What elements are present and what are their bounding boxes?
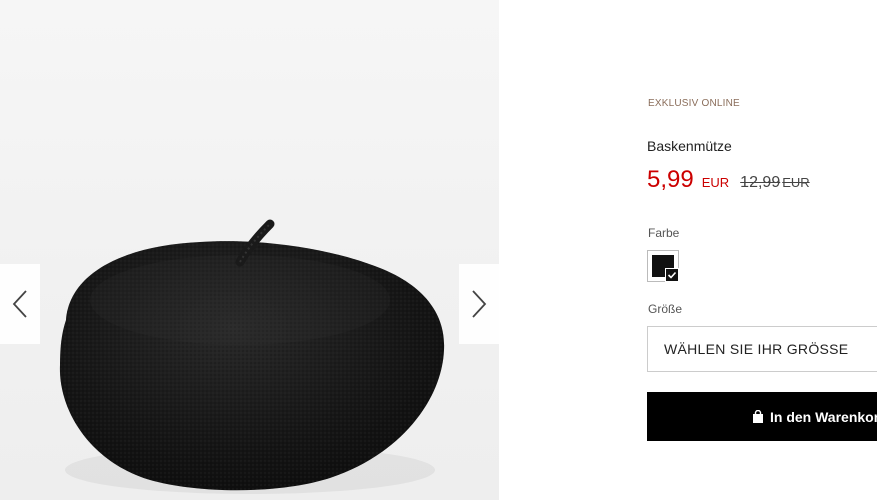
product-image bbox=[59, 219, 445, 494]
exclusive-online-badge: EXKLUSIV ONLINE bbox=[648, 98, 740, 109]
size-select-placeholder: WÄHLEN SIE IHR GRÖSSE bbox=[664, 341, 849, 357]
price-row: 5,99 EUR 12,99 EUR bbox=[647, 166, 810, 194]
gallery-next-button[interactable] bbox=[459, 264, 499, 344]
original-price-currency: EUR bbox=[782, 175, 810, 190]
checkmark-icon bbox=[665, 268, 679, 282]
gallery-prev-button[interactable] bbox=[0, 264, 40, 344]
product-title: Baskenmütze bbox=[647, 138, 732, 154]
product-info-panel: EXKLUSIV ONLINE Baskenmütze 5,99 EUR 12,… bbox=[647, 0, 877, 500]
sale-price: 5,99 bbox=[647, 166, 694, 193]
product-image-gallery bbox=[0, 0, 499, 500]
product-page: EXKLUSIV ONLINE Baskenmütze 5,99 EUR 12,… bbox=[0, 0, 877, 500]
sale-price-currency: EUR bbox=[701, 175, 730, 190]
size-label: Größe bbox=[648, 302, 683, 316]
size-select[interactable]: WÄHLEN SIE IHR GRÖSSE bbox=[647, 326, 877, 372]
original-price: 12,99 bbox=[740, 174, 781, 191]
chevron-left-icon bbox=[12, 290, 27, 318]
add-to-cart-button[interactable]: In den Warenkorb bbox=[647, 392, 877, 441]
add-to-cart-label: In den Warenkorb bbox=[770, 408, 877, 425]
shopping-bag-icon bbox=[753, 409, 763, 423]
color-swatch-black[interactable] bbox=[647, 250, 679, 282]
color-label: Farbe bbox=[648, 226, 680, 240]
chevron-right-icon bbox=[472, 290, 487, 318]
